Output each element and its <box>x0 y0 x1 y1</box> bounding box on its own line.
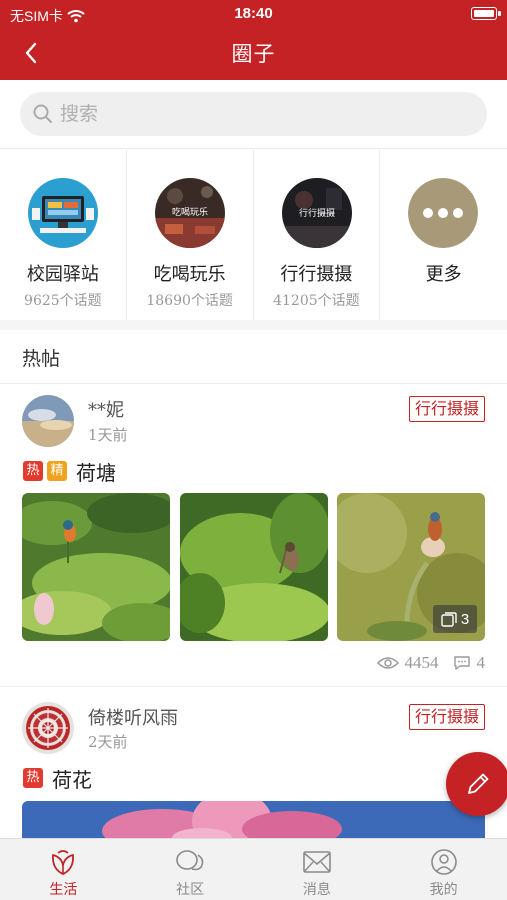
category-name: 更多 <box>425 264 462 285</box>
post-topic-tag[interactable]: 行行摄摄 <box>408 704 485 730</box>
comment-icon <box>453 656 470 670</box>
battery-tip <box>498 11 501 16</box>
status-bar: 无SIM卡 18:40 <box>0 0 507 28</box>
search-bar[interactable] <box>20 92 487 136</box>
profile-icon <box>430 849 457 875</box>
post-image[interactable]: 3 <box>337 493 485 641</box>
eye-icon <box>376 657 399 669</box>
category-campus[interactable]: 校园驿站 9625个话题 <box>0 150 127 320</box>
category-photography-image: 行行摄摄 <box>281 178 352 248</box>
search-section <box>0 80 507 149</box>
post-author[interactable]: **妮 <box>88 396 124 422</box>
category-count: 18690个话题 <box>146 293 233 309</box>
view-count: 4454 <box>404 653 439 672</box>
category-photography[interactable]: 行行摄摄 行行摄摄 41205个话题 <box>254 150 381 320</box>
gallery-icon <box>441 612 457 627</box>
navbar: 圈子 <box>0 28 507 80</box>
status-time: 18:40 <box>234 5 273 22</box>
category-count: 9625个话题 <box>24 293 102 309</box>
leaf-icon <box>52 850 75 875</box>
comment-count: 4 <box>476 653 486 672</box>
post-card[interactable]: **妮 1天前 行行摄摄 热 精 荷塘 3 4454 4 <box>0 385 507 687</box>
more-images-count: 3 <box>460 610 470 628</box>
tab-life[interactable]: 生活 <box>0 839 127 900</box>
category-food-fun-image: 吃喝玩乐 <box>154 178 225 248</box>
more-icon <box>408 178 479 248</box>
section-divider <box>0 320 507 330</box>
tab-label: 消息 <box>302 882 331 898</box>
tab-label: 我的 <box>429 882 458 898</box>
hot-posts-header: 热帖 <box>0 330 507 384</box>
category-count: 41205个话题 <box>273 293 360 309</box>
avatar[interactable] <box>22 395 74 447</box>
avatar[interactable] <box>22 702 74 754</box>
post-time: 2天前 <box>88 733 128 751</box>
tab-community[interactable]: 社区 <box>127 839 254 900</box>
post-stats: 4454 4 <box>376 653 486 673</box>
chat-bubbles-icon <box>176 850 204 871</box>
post-image[interactable] <box>180 493 328 641</box>
page-title: 圈子 <box>231 42 276 66</box>
post-title[interactable]: 荷花 <box>52 764 92 793</box>
post-image[interactable] <box>22 801 485 838</box>
compose-button[interactable] <box>446 752 507 816</box>
category-food-fun-image-text: 吃喝玩乐 <box>172 206 208 218</box>
post-topic-tag[interactable]: 行行摄摄 <box>408 396 485 422</box>
category-more[interactable]: 更多 <box>380 150 507 320</box>
envelope-icon <box>303 851 331 873</box>
search-icon <box>33 104 52 123</box>
battery-icon <box>471 7 497 20</box>
search-input[interactable] <box>60 103 440 125</box>
post-card[interactable]: 倚楼听风雨 2天前 行行摄摄 热 荷花 <box>0 688 507 838</box>
tab-label: 生活 <box>49 882 78 898</box>
category-grid: 校园驿站 9625个话题 吃喝玩乐 吃喝玩乐 18690个话题 行行摄摄 行行摄… <box>0 150 507 320</box>
tab-messages[interactable]: 消息 <box>254 839 381 900</box>
post-image[interactable] <box>22 493 170 641</box>
tab-label: 社区 <box>176 882 205 898</box>
hot-badge: 热 <box>23 461 43 481</box>
post-images: 3 <box>0 493 507 641</box>
pencil-icon <box>468 773 489 794</box>
category-photography-image-text: 行行摄摄 <box>298 207 334 219</box>
category-name: 行行摄摄 <box>280 264 353 285</box>
tab-bar: 生活 社区 消息 我的 <box>0 838 507 900</box>
category-name: 校园驿站 <box>26 264 99 285</box>
more-images-indicator: 3 <box>433 605 477 633</box>
category-name: 吃喝玩乐 <box>153 264 226 285</box>
section-title: 热帖 <box>22 348 61 370</box>
category-food-fun[interactable]: 吃喝玩乐 吃喝玩乐 18690个话题 <box>127 150 254 320</box>
post-title[interactable]: 荷塘 <box>76 457 116 486</box>
header: 无SIM卡 18:40 圈子 <box>0 0 507 80</box>
hot-badge: 热 <box>23 768 43 788</box>
category-campus-image <box>28 178 98 248</box>
tab-profile[interactable]: 我的 <box>380 839 507 900</box>
featured-badge: 精 <box>47 461 67 481</box>
post-time: 1天前 <box>88 426 128 444</box>
post-author[interactable]: 倚楼听风雨 <box>88 704 178 730</box>
